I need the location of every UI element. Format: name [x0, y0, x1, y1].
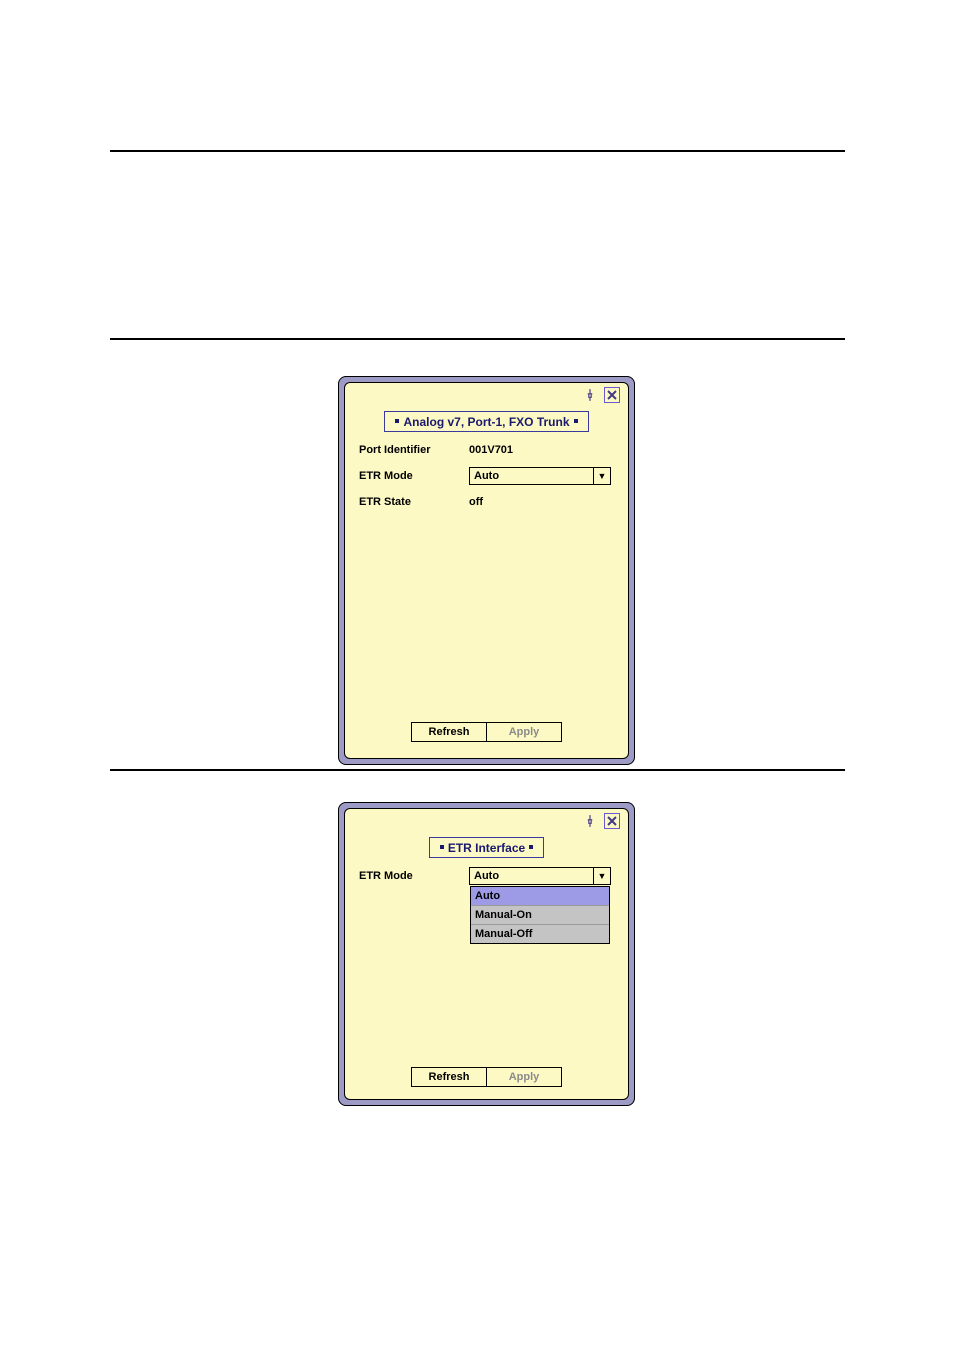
dropdown-option-auto[interactable]: Auto	[471, 887, 609, 906]
value-etr-state: off	[469, 496, 483, 508]
horizontal-rule	[110, 150, 845, 152]
panel-title: ETR Interface	[429, 837, 544, 858]
panel-top-icons	[582, 387, 620, 403]
horizontal-rule	[110, 338, 845, 340]
panel-inner: Analog v7, Port-1, FXO Trunk Port Identi…	[344, 382, 629, 759]
row-port-identifier: Port Identifier 001V701	[359, 437, 614, 463]
refresh-button[interactable]: Refresh	[411, 722, 487, 742]
panel-title: Analog v7, Port-1, FXO Trunk	[384, 411, 588, 432]
panel-title-wrap: ETR Interface	[345, 837, 628, 858]
apply-button: Apply	[486, 722, 562, 742]
etr-interface-panel: ETR Interface ETR Mode Auto ▼ Auto Manua…	[338, 802, 635, 1106]
row-etr-mode: ETR Mode Auto ▼ Auto Manual-On Manual-Of…	[359, 863, 614, 889]
dropdown-etr-mode-value: Auto	[470, 470, 593, 482]
chevron-down-icon: ▼	[593, 868, 610, 884]
pushpin-icon[interactable]	[582, 387, 598, 403]
row-etr-state: ETR State off	[359, 489, 614, 515]
panel-body: Port Identifier 001V701 ETR Mode Auto ▼ …	[359, 437, 614, 515]
panel-body: ETR Mode Auto ▼ Auto Manual-On Manual-Of…	[359, 863, 614, 889]
label-etr-mode: ETR Mode	[359, 870, 469, 882]
chevron-down-icon: ▼	[593, 468, 610, 484]
page: Analog v7, Port-1, FXO Trunk Port Identi…	[0, 0, 954, 1350]
dropdown-option-manual-off[interactable]: Manual-Off	[471, 925, 609, 943]
dropdown-etr-mode[interactable]: Auto ▼	[469, 467, 611, 485]
panel-title-wrap: Analog v7, Port-1, FXO Trunk	[345, 411, 628, 432]
panel-inner: ETR Interface ETR Mode Auto ▼ Auto Manua…	[344, 808, 629, 1100]
dropdown-option-manual-on[interactable]: Manual-On	[471, 906, 609, 925]
panel-title-text: ETR Interface	[448, 841, 525, 855]
row-etr-mode: ETR Mode Auto ▼	[359, 463, 614, 489]
panel-title-text: Analog v7, Port-1, FXO Trunk	[403, 415, 569, 429]
panel-top-icons	[582, 813, 620, 829]
dropdown-etr-mode-value: Auto	[470, 870, 593, 882]
label-port-identifier: Port Identifier	[359, 444, 469, 456]
dropdown-etr-mode[interactable]: Auto ▼ Auto Manual-On Manual-Off	[469, 867, 611, 885]
apply-button: Apply	[486, 1067, 562, 1087]
analog-port-panel: Analog v7, Port-1, FXO Trunk Port Identi…	[338, 376, 635, 765]
refresh-button[interactable]: Refresh	[411, 1067, 487, 1087]
panel-footer: Refresh Apply	[345, 722, 628, 742]
close-icon[interactable]	[604, 387, 620, 403]
dropdown-list[interactable]: Auto Manual-On Manual-Off	[470, 886, 610, 944]
value-port-identifier: 001V701	[469, 444, 513, 456]
pushpin-icon[interactable]	[582, 813, 598, 829]
label-etr-state: ETR State	[359, 496, 469, 508]
horizontal-rule	[110, 769, 845, 771]
close-icon[interactable]	[604, 813, 620, 829]
label-etr-mode: ETR Mode	[359, 470, 469, 482]
panel-footer: Refresh Apply	[345, 1067, 628, 1087]
